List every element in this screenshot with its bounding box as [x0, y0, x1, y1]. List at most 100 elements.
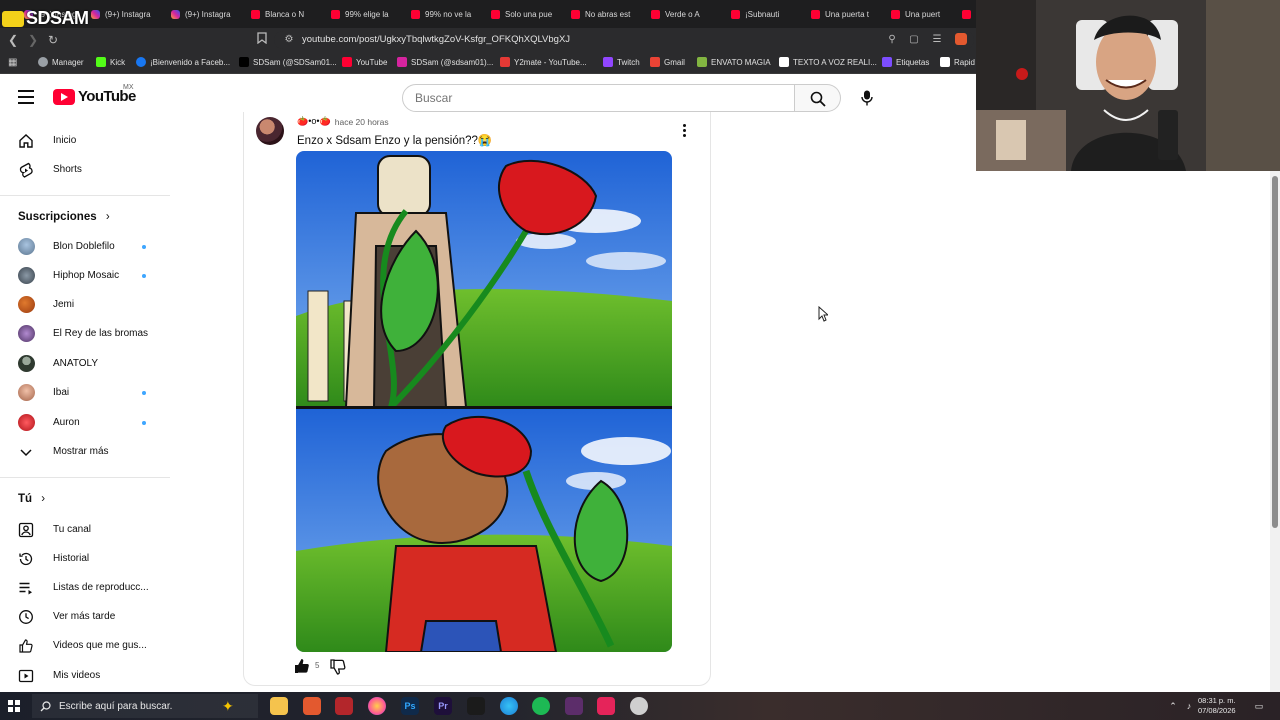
back-arrow-icon[interactable]: ❮	[5, 32, 21, 48]
subscription-item[interactable]: Auron	[0, 409, 170, 437]
tiktok-icon[interactable]	[597, 697, 615, 715]
zoom-icon[interactable]: ⚲	[885, 33, 899, 47]
premiere-icon[interactable]: Pr	[434, 697, 452, 715]
address-bar[interactable]: ⚙ youtube.com/post/UgkxyTbqlwtkgZoV-Ksfg…	[274, 31, 974, 49]
capcut-icon[interactable]	[467, 697, 485, 715]
subscription-item[interactable]: Jemi	[0, 291, 170, 319]
subscription-item[interactable]: Hiphop Mosaic	[0, 262, 170, 290]
browser-tab[interactable]: 99% no ve la	[411, 4, 475, 24]
volume-icon[interactable]: ♪	[1184, 701, 1194, 711]
sidebar-item-my-videos[interactable]: Mis videos	[0, 662, 170, 690]
windows-start-icon[interactable]	[8, 700, 20, 712]
subscription-item[interactable]: El Rey de las bromas	[0, 320, 170, 348]
tray-chevron-up-icon[interactable]: ⌃	[1168, 701, 1178, 711]
browser-tab[interactable]: (9+) Instagra	[171, 4, 235, 24]
search-bar	[402, 84, 842, 112]
more-options-icon[interactable]	[678, 124, 690, 138]
subscriptions-heading[interactable]: Suscripciones ›	[18, 211, 110, 223]
photos-icon[interactable]	[368, 697, 386, 715]
subscription-item[interactable]: Ibai	[0, 379, 170, 407]
brave-browser-icon[interactable]	[303, 697, 321, 715]
video-app-icon[interactable]	[335, 697, 353, 715]
post-author-name[interactable]: 🍅•o•🍅	[297, 116, 331, 127]
subscription-item[interactable]: Blon Doblefilo	[0, 233, 170, 261]
obs-icon[interactable]	[630, 697, 648, 715]
youtube-logo[interactable]: YouTube MX	[53, 84, 136, 105]
page-scrollbar-thumb[interactable]	[1272, 176, 1278, 528]
notification-icon[interactable]: ▭	[1254, 701, 1264, 711]
voice-search-button[interactable]	[852, 84, 882, 112]
cast-icon[interactable]: ▢	[907, 33, 921, 47]
bookmark-etiquetas[interactable]: Etiquetas	[882, 57, 929, 67]
taskbar-search[interactable]: Escribe aquí para buscar. ✦	[32, 694, 258, 718]
youtube-icon	[342, 57, 352, 67]
dislike-button[interactable]	[329, 658, 347, 676]
browser-tab[interactable]: Solo una pue	[491, 4, 555, 24]
subscription-item[interactable]: ANATOLY	[0, 350, 170, 378]
sidebar-item-your-channel[interactable]: Tu canal	[0, 516, 170, 544]
menu-icon[interactable]	[18, 90, 34, 104]
channel-avatar	[18, 384, 35, 401]
post-author-avatar[interactable]	[256, 117, 284, 145]
bookmark-manager[interactable]: Manager	[38, 57, 84, 67]
home-icon	[19, 134, 33, 148]
bookmark-envato[interactable]: ENVATO MAGIA	[697, 57, 771, 67]
browser-tab[interactable]: (9+) Instagra	[91, 4, 155, 24]
youtube-icon	[411, 9, 420, 19]
browser-tab[interactable]: Una puerta t	[811, 4, 875, 24]
spotify-icon[interactable]	[532, 697, 550, 715]
search-button[interactable]	[795, 84, 841, 112]
mouse-cursor-icon	[818, 306, 828, 322]
sidebar-item-playlists[interactable]: Listas de reproducc...	[0, 574, 170, 602]
envato-icon	[697, 57, 707, 67]
bookmark-y2mate[interactable]: Y2mate - YouTube...	[500, 57, 587, 67]
browser-tab[interactable]: Una puert	[891, 4, 955, 24]
sidebar-item-liked-videos[interactable]: Videos que me gus...	[0, 632, 170, 660]
bookmark-icon[interactable]	[254, 32, 270, 48]
show-more-button[interactable]: Mostrar más	[0, 438, 170, 466]
sidebar-item-history[interactable]: Historial	[0, 545, 170, 573]
reader-icon[interactable]: ☰	[930, 33, 944, 47]
channel-avatar	[18, 414, 35, 431]
forward-arrow-icon[interactable]: ❯	[25, 32, 41, 48]
bookmark-gmail[interactable]: Gmail	[650, 57, 685, 67]
manager-icon	[38, 57, 48, 67]
sidebar-item-watch-later[interactable]: Ver más tarde	[0, 603, 170, 631]
browser-tab[interactable]: ¡Subnauti	[731, 4, 795, 24]
game-app-icon[interactable]	[565, 697, 583, 715]
edge-icon[interactable]	[500, 697, 518, 715]
youtube-play-icon	[53, 88, 75, 105]
site-info-icon[interactable]: ⚙	[282, 33, 296, 47]
browser-tab-partial[interactable]	[962, 4, 976, 24]
y2mate-icon	[500, 57, 510, 67]
you-heading[interactable]: Tú ›	[18, 493, 45, 505]
brave-shield-icon[interactable]	[955, 33, 967, 45]
bookmark-x[interactable]: SDSam (@SDSam01...	[239, 57, 337, 67]
bookmark-twitch[interactable]: Twitch	[603, 57, 640, 67]
photoshop-icon[interactable]: Ps	[401, 697, 419, 715]
browser-tab[interactable]: 99% elige la	[331, 4, 395, 24]
bookmark-instagram[interactable]: SDSam (@sdsam01)...	[397, 57, 493, 67]
apps-grid-icon[interactable]: ▦	[8, 57, 17, 68]
like-button[interactable]	[293, 657, 311, 675]
post-meta: 🍅•o•🍅 hace 20 horas	[297, 116, 389, 127]
sidebar-item-shorts[interactable]: Shorts	[0, 156, 170, 184]
post-image[interactable]	[296, 151, 672, 652]
file-explorer-icon[interactable]	[270, 697, 288, 715]
search-input[interactable]	[402, 84, 795, 112]
sidebar-item-home[interactable]: Inicio	[0, 127, 170, 155]
instagram-icon	[171, 9, 180, 19]
browser-tab[interactable]: Blanca o N	[251, 4, 315, 24]
playlist-icon	[19, 582, 32, 595]
clock[interactable]: 08:31 p. m. 07/08/2026	[1198, 696, 1236, 716]
bookmark-rapid[interactable]: Rapid	[940, 57, 975, 67]
reload-icon[interactable]: ↻	[45, 32, 61, 48]
bookmark-facebook[interactable]: ¡Bienvenido a Faceb...	[136, 57, 230, 67]
bookmark-tts[interactable]: TEXTO A VOZ REALI...	[779, 57, 877, 67]
bookmark-youtube[interactable]: YouTube	[342, 57, 387, 67]
bookmark-kick[interactable]: Kick	[96, 57, 125, 67]
browser-tab[interactable]: Verde o A	[651, 4, 715, 24]
browser-tab[interactable]: No abras est	[571, 4, 635, 24]
channel-avatar	[18, 355, 35, 372]
post-timestamp[interactable]: hace 20 horas	[335, 117, 389, 127]
